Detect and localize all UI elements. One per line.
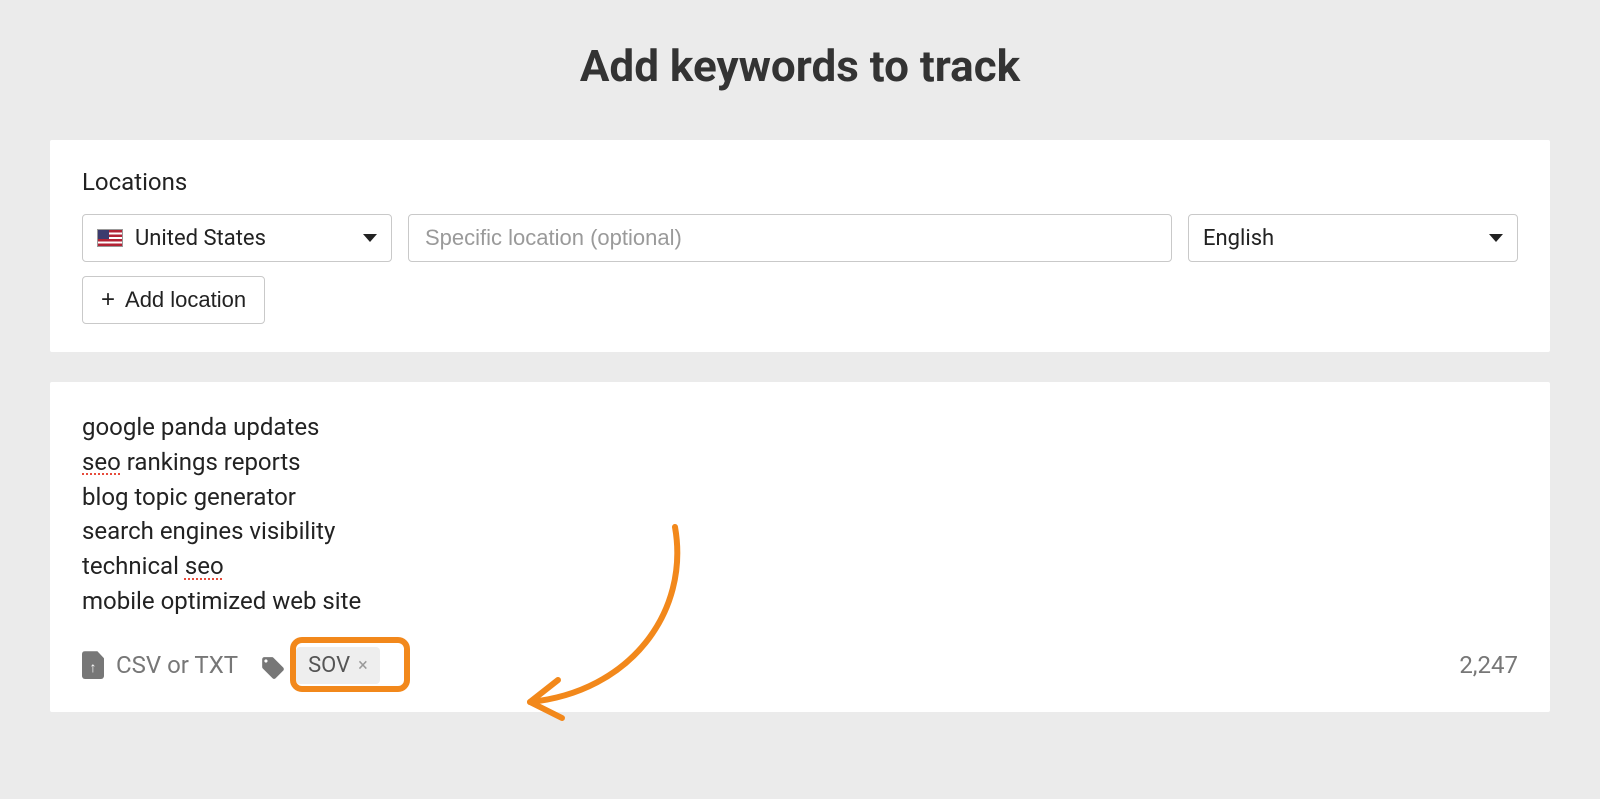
- keyword-line: mobile optimized web site: [82, 584, 1518, 619]
- country-select[interactable]: United States: [82, 214, 392, 262]
- chevron-down-icon: [363, 234, 377, 242]
- tag-label: SOV: [308, 653, 350, 678]
- tag-remove-icon[interactable]: ×: [358, 655, 368, 676]
- upload-csv-button[interactable]: CSV or TXT: [82, 651, 238, 679]
- keyword-line: search engines visibility: [82, 514, 1518, 549]
- add-location-label: Add location: [125, 287, 246, 313]
- upload-label: CSV or TXT: [116, 651, 238, 679]
- language-select[interactable]: English: [1188, 214, 1518, 262]
- language-select-value: English: [1203, 226, 1274, 251]
- country-select-value: United States: [135, 226, 266, 251]
- keyword-line: technical seo: [82, 549, 1518, 584]
- keyword-line: blog topic generator: [82, 480, 1518, 515]
- tag-section: SOV ×: [260, 647, 380, 684]
- keywords-textarea[interactable]: google panda updates seo rankings report…: [82, 410, 1518, 619]
- character-count: 2,247: [1459, 651, 1518, 679]
- tag-icon: [260, 655, 286, 675]
- page-title: Add keywords to track: [0, 0, 1600, 140]
- flag-us-icon: [97, 229, 123, 247]
- chevron-down-icon: [1489, 234, 1503, 242]
- specific-location-input[interactable]: [408, 214, 1172, 262]
- locations-card: Locations United States English + Add lo…: [50, 140, 1550, 352]
- keywords-card: google panda updates seo rankings report…: [50, 382, 1550, 712]
- keyword-line: seo rankings reports: [82, 445, 1518, 480]
- locations-label: Locations: [82, 168, 1518, 196]
- plus-icon: +: [101, 288, 115, 312]
- keyword-line: google panda updates: [82, 410, 1518, 445]
- tag-pill[interactable]: SOV ×: [296, 647, 380, 684]
- upload-file-icon: [82, 651, 104, 679]
- add-location-button[interactable]: + Add location: [82, 276, 265, 324]
